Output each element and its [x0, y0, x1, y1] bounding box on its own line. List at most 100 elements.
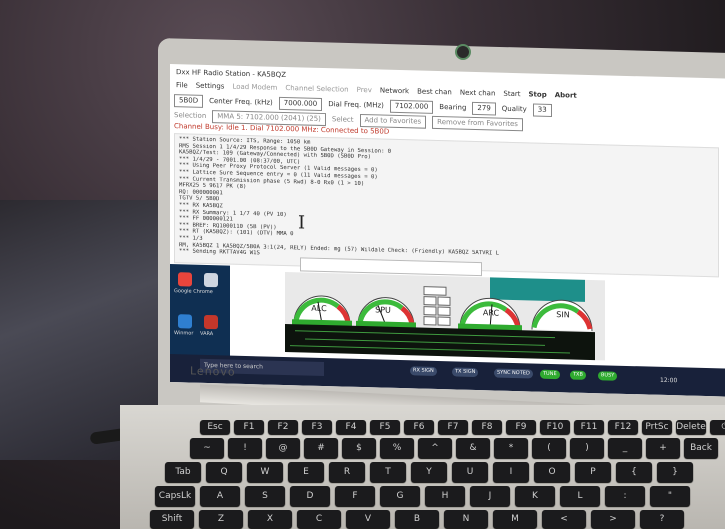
key-h[interactable]: H [425, 486, 465, 506]
desktop-icon-label: VARA [200, 330, 214, 338]
vara-icon[interactable] [204, 314, 218, 330]
key-[interactable]: ! [228, 438, 262, 458]
key-delete[interactable]: Delete [676, 420, 706, 434]
key-q[interactable]: Q [206, 462, 242, 482]
key-f10[interactable]: F10 [540, 420, 570, 434]
key-y[interactable]: Y [411, 462, 447, 482]
key-z[interactable]: Z [199, 510, 243, 528]
key-g[interactable]: G [380, 486, 420, 506]
menu-abort[interactable]: Abort [555, 89, 577, 102]
indicator-tune: TUNE [540, 369, 560, 380]
key-[interactable]: > [591, 510, 635, 528]
key-p[interactable]: P [575, 462, 611, 482]
key-[interactable]: @ [266, 438, 300, 458]
recycle-bin-icon[interactable] [204, 272, 218, 288]
laptop-screen: Dxx HF Radio Station - KA5BQZ File Setti… [170, 64, 725, 397]
center-freq-label: Center Freq. (kHz) [209, 97, 273, 107]
key-f9[interactable]: F9 [506, 420, 536, 434]
key-f5[interactable]: F5 [370, 420, 400, 434]
menu-prev[interactable]: Prev [357, 84, 372, 96]
callsign-field[interactable]: 5B0D [174, 93, 204, 108]
key-d[interactable]: D [290, 486, 330, 506]
key-a[interactable]: A [200, 486, 240, 506]
key-f3[interactable]: F3 [302, 420, 332, 434]
key-x[interactable]: X [248, 510, 292, 528]
key-[interactable]: ⏻ [710, 420, 725, 434]
key-[interactable]: ^ [418, 438, 452, 458]
key-t[interactable]: T [370, 462, 406, 482]
key-[interactable]: ~ [190, 438, 224, 458]
key-[interactable]: _ [608, 438, 642, 458]
lenovo-logo: Lenovo [190, 364, 236, 379]
key-j[interactable]: J [470, 486, 510, 506]
key-tab[interactable]: Tab [165, 462, 201, 482]
key-prtsc[interactable]: PrtSc [642, 420, 672, 434]
waterfall-trace [290, 345, 570, 354]
session-log[interactable]: *** Station Source: ITS, Range: 1050 km … [174, 133, 719, 278]
indicator-busy: BUSY [598, 371, 618, 381]
winmor-icon[interactable] [178, 314, 192, 329]
menu-settings[interactable]: Settings [196, 80, 225, 93]
key-f6[interactable]: F6 [404, 420, 434, 434]
key-o[interactable]: O [534, 462, 570, 482]
key-f1[interactable]: F1 [234, 420, 264, 434]
key-[interactable]: ( [532, 438, 566, 458]
menu-file[interactable]: File [176, 79, 188, 91]
key-[interactable]: # [304, 438, 338, 458]
quality-field[interactable]: 33 [532, 103, 552, 117]
key-[interactable]: ) [570, 438, 604, 458]
key-[interactable]: ? [640, 510, 684, 528]
add-favorites-button[interactable]: Add to Favorites [359, 113, 427, 129]
key-v[interactable]: V [346, 510, 390, 528]
key-[interactable]: $ [342, 438, 376, 458]
key-[interactable]: : [605, 486, 645, 506]
key-l[interactable]: L [560, 486, 600, 506]
remove-favorites-button[interactable]: Remove from Favorites [432, 115, 523, 131]
chrome-icon[interactable] [178, 272, 192, 287]
key-e[interactable]: E [288, 462, 324, 482]
menu-load-modem[interactable]: Load Modem [232, 81, 277, 94]
key-s[interactable]: S [245, 486, 285, 506]
key-[interactable]: { [616, 462, 652, 482]
webcam [455, 44, 471, 60]
key-n[interactable]: N [444, 510, 488, 528]
menu-best-chan[interactable]: Best chan [417, 85, 452, 98]
waterfall-trace [295, 330, 555, 339]
key-[interactable]: } [657, 462, 693, 482]
key-f4[interactable]: F4 [336, 420, 366, 434]
key-f2[interactable]: F2 [268, 420, 298, 434]
center-freq-field[interactable]: 7000.000 [278, 96, 323, 111]
key-[interactable]: < [542, 510, 586, 528]
key-[interactable]: * [494, 438, 528, 458]
key-w[interactable]: W [247, 462, 283, 482]
key-r[interactable]: R [329, 462, 365, 482]
key-u[interactable]: U [452, 462, 488, 482]
key-f[interactable]: F [335, 486, 375, 506]
key-[interactable]: " [650, 486, 690, 506]
key-c[interactable]: C [297, 510, 341, 528]
desktop-icon-label: Google Chrome [174, 288, 213, 296]
key-f7[interactable]: F7 [438, 420, 468, 434]
key-f11[interactable]: F11 [574, 420, 604, 434]
bearing-field[interactable]: 279 [472, 101, 496, 116]
key-esc[interactable]: Esc [200, 420, 230, 434]
key-capslk[interactable]: CapsLk [155, 486, 195, 506]
menu-channel-selection[interactable]: Channel Selection [285, 82, 348, 96]
key-back[interactable]: Back [684, 438, 718, 458]
menu-network[interactable]: Network [380, 84, 409, 97]
key-[interactable]: + [646, 438, 680, 458]
menu-next-chan[interactable]: Next chan [460, 87, 496, 100]
menu-start[interactable]: Start [503, 88, 520, 100]
select-button[interactable]: Select [332, 115, 354, 124]
menu-stop[interactable]: Stop [529, 88, 547, 100]
key-k[interactable]: K [515, 486, 555, 506]
dial-freq-field[interactable]: 7102.000 [389, 99, 434, 114]
key-f12[interactable]: F12 [608, 420, 638, 434]
key-m[interactable]: M [493, 510, 537, 528]
key-b[interactable]: B [395, 510, 439, 528]
key-[interactable]: & [456, 438, 490, 458]
key-[interactable]: % [380, 438, 414, 458]
key-f8[interactable]: F8 [472, 420, 502, 434]
key-shift[interactable]: Shift [150, 510, 194, 528]
key-i[interactable]: I [493, 462, 529, 482]
